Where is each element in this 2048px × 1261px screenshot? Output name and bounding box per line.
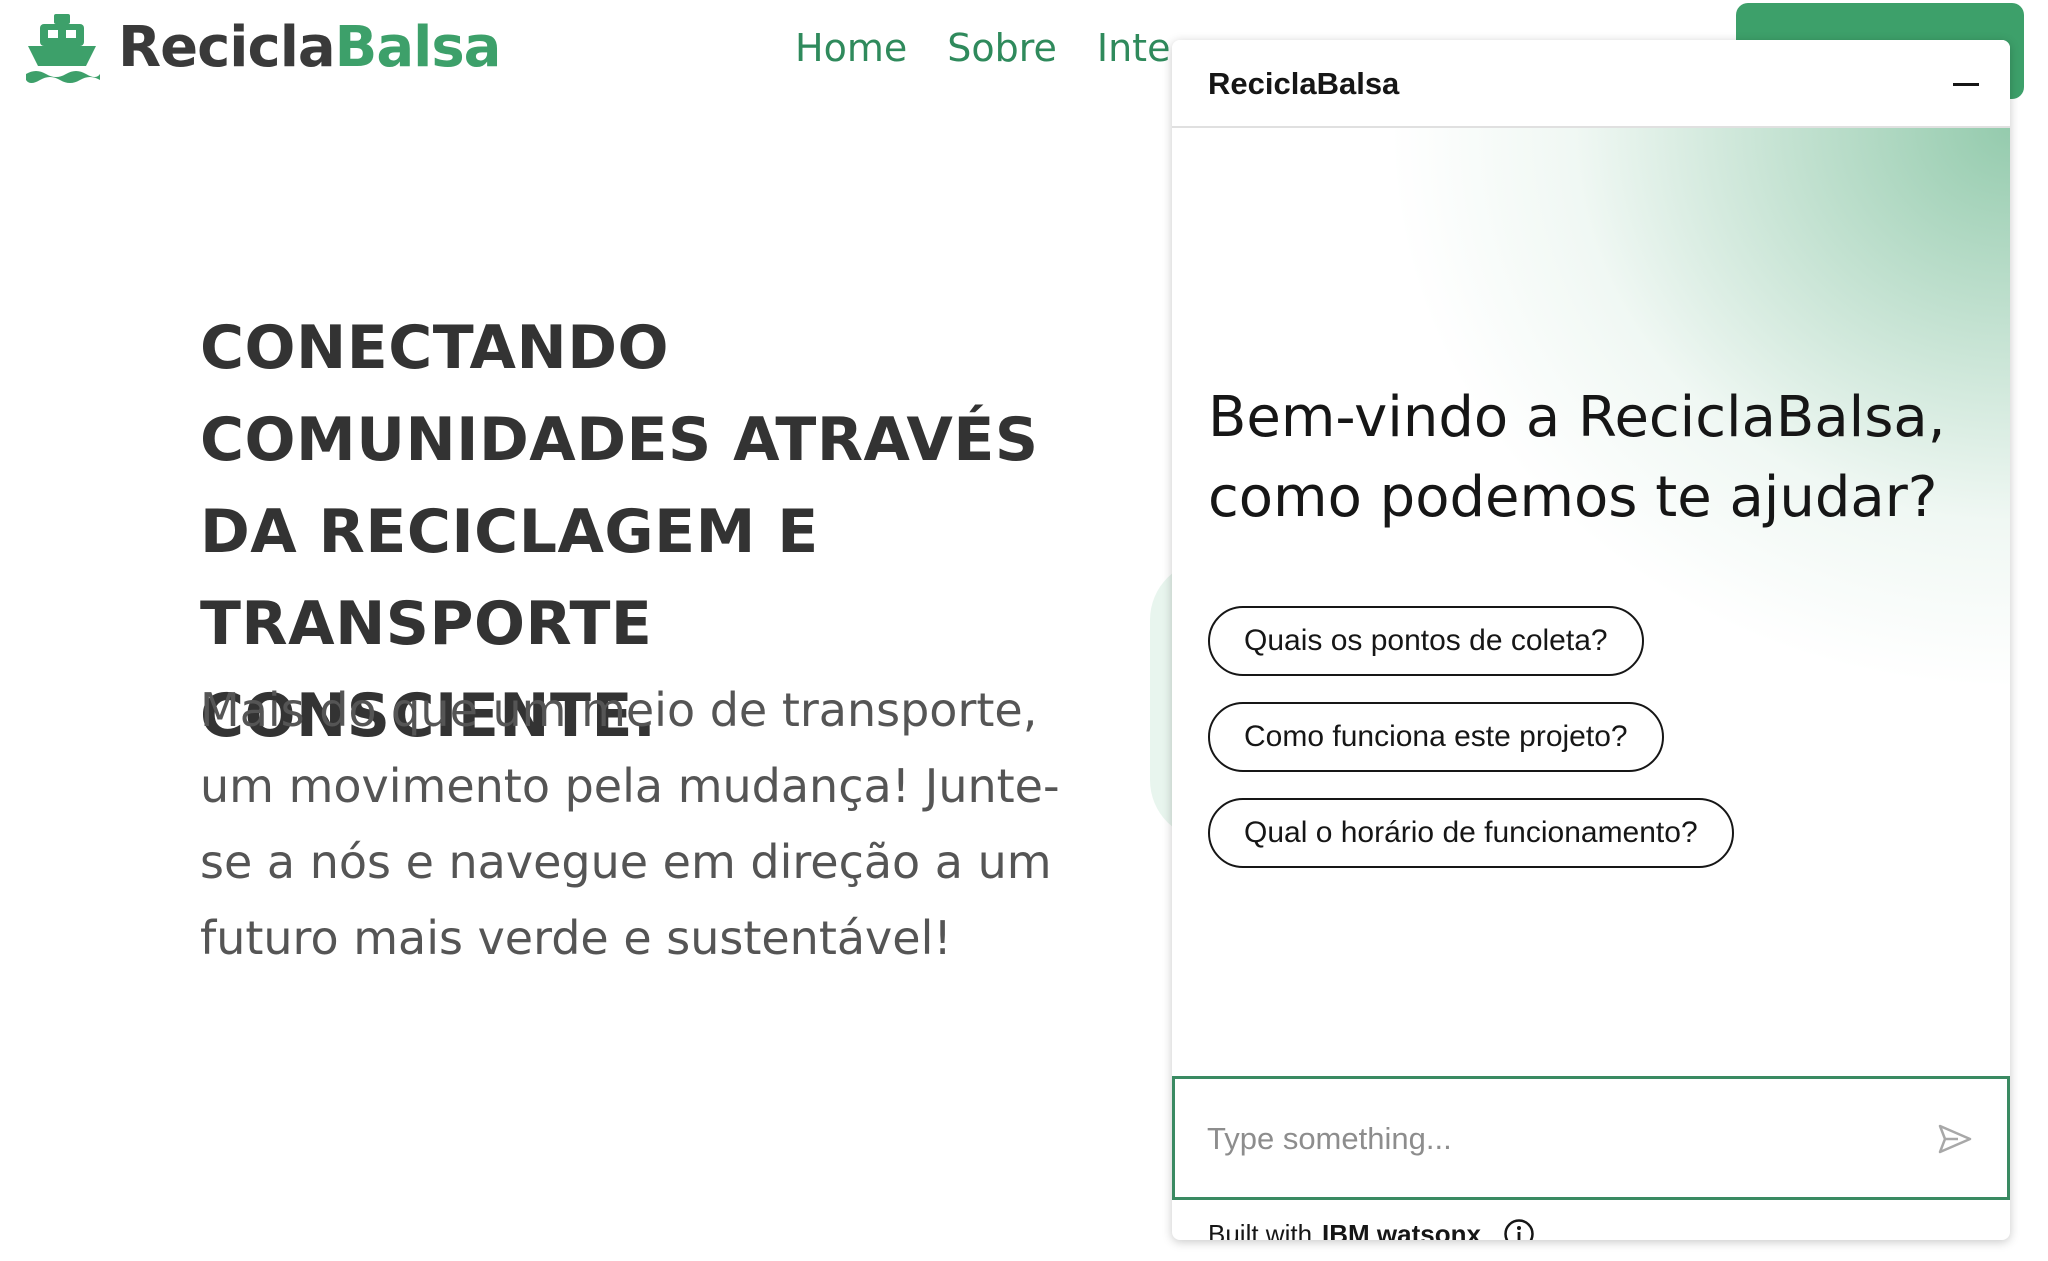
chat-footer: Built with IBM watsonx xyxy=(1208,1218,1535,1240)
minimize-icon xyxy=(1953,82,1979,86)
hero-subtitle: Mais do que um meio de transporte, um mo… xyxy=(200,683,1060,965)
logo-text-part2: Balsa xyxy=(334,15,502,80)
chat-body: Bem-vindo a ReciclaBalsa, como podemos t… xyxy=(1172,128,2010,1076)
nav-home-link[interactable]: Home xyxy=(795,27,907,70)
chat-title: ReciclaBalsa xyxy=(1208,66,1400,101)
main-nav: Home Sobre Inte xyxy=(795,27,1187,70)
chat-welcome-message: Bem-vindo a ReciclaBalsa, como podemos t… xyxy=(1208,385,1946,530)
send-icon xyxy=(1938,1124,1972,1154)
chat-widget: ReciclaBalsa Bem-vindo a ReciclaBalsa, c… xyxy=(1172,40,2010,1240)
send-button[interactable] xyxy=(1933,1117,1977,1161)
ship-icon xyxy=(26,14,100,83)
suggestion-button-how-it-works[interactable]: Como funciona este projeto? xyxy=(1208,702,1664,772)
footer-brand-text: IBM watsonx xyxy=(1322,1218,1481,1241)
suggestion-list: Quais os pontos de coleta? Como funciona… xyxy=(1208,606,1734,868)
nav-sobre-link[interactable]: Sobre xyxy=(947,27,1057,70)
chat-input-container xyxy=(1172,1076,2010,1200)
minimize-button[interactable] xyxy=(1946,64,1986,104)
chat-message-input[interactable] xyxy=(1205,1109,1905,1169)
info-icon[interactable] xyxy=(1503,1218,1535,1240)
suggestion-button-opening-hours[interactable]: Qual o horário de funcionamento? xyxy=(1208,798,1734,868)
site-logo[interactable]: ReciclaBalsa xyxy=(24,12,501,84)
footer-prefix-text: Built with xyxy=(1208,1218,1313,1241)
suggestion-button-collection-points[interactable]: Quais os pontos de coleta? xyxy=(1208,606,1644,676)
logo-text-part1: Recicla xyxy=(118,15,336,80)
chat-header: ReciclaBalsa xyxy=(1172,40,2010,128)
logo-wordmark: ReciclaBalsa xyxy=(118,20,501,76)
